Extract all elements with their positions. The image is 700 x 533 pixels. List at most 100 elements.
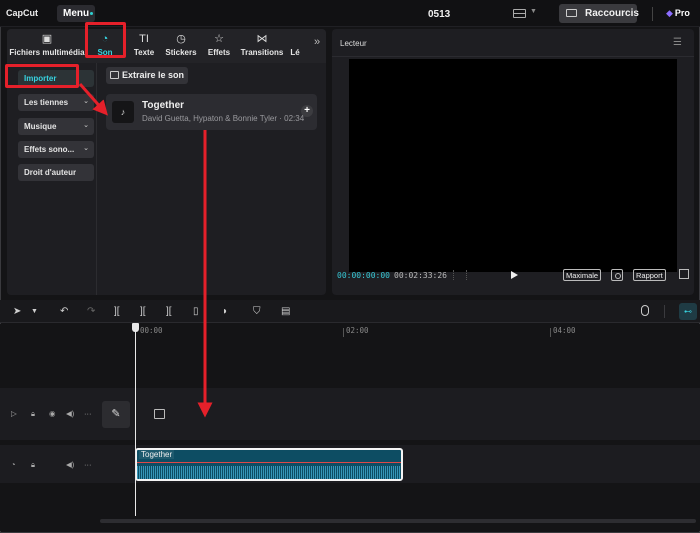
highlight-box-audio-tab <box>85 22 126 58</box>
menu-icon[interactable]: ☰ <box>673 37 682 48</box>
audio-clip[interactable]: Together <box>135 448 403 481</box>
menu-label: Menu <box>63 8 90 19</box>
logo-text: CapCut <box>6 8 38 18</box>
category-tabs: ▣ Fichiers multimédia ◔ Son TI Texte ◷ S… <box>7 29 326 63</box>
split-icon[interactable]: ][ <box>114 305 120 318</box>
more-icon[interactable]: ··· <box>84 460 92 469</box>
shield-icon[interactable]: ⛉ <box>253 305 261 318</box>
timeline-toolbar: ➤ ▼ ↶ ↷ ][ ][ ][ ▯ ◗ ⛉ ▤ ⊷ <box>0 300 700 323</box>
more-icon[interactable]: ··· <box>84 409 92 418</box>
eye-icon[interactable]: ◉ <box>49 409 56 418</box>
delete-icon[interactable]: ▯ <box>193 305 199 318</box>
tab-label: Stickers <box>165 48 197 57</box>
play-icon[interactable] <box>511 271 518 279</box>
undo-icon[interactable]: ↶ <box>60 305 68 318</box>
tab-label: Fichiers multimédia <box>9 48 85 57</box>
tab-text[interactable]: TI Texte <box>130 29 158 63</box>
sidebar-item-label: Les tiennes <box>24 98 69 107</box>
focus-icon[interactable] <box>611 269 623 281</box>
split-left-icon[interactable]: ][ <box>140 305 146 318</box>
chevron-down-icon: ⌄ <box>83 145 89 152</box>
pencil-icon: ✎ <box>111 408 121 420</box>
cover-edit-button[interactable]: ✎ <box>102 401 130 428</box>
sticker-icon: ◷ <box>176 33 186 45</box>
tab-overflow[interactable]: Lé <box>288 29 302 63</box>
duration-timecode: 00:02:33:26 <box>394 271 447 280</box>
ruler-label: 02:00 <box>346 326 369 335</box>
split-right-icon[interactable]: ][ <box>166 305 172 318</box>
grid-icon[interactable] <box>453 270 467 280</box>
mark-icon[interactable]: ◗ <box>222 305 228 318</box>
tab-label: Effets <box>207 48 231 57</box>
clip-name: Together <box>139 450 175 459</box>
tab-label: Texte <box>133 48 155 57</box>
maximize-button[interactable]: Maximale <box>563 269 602 281</box>
ratio-button[interactable]: Rapport <box>633 269 666 281</box>
highlight-box-import <box>5 64 79 88</box>
sidebar-item-yours[interactable]: Les tiennes ⌄ <box>18 94 94 111</box>
project-title: 0513 <box>428 9 451 20</box>
lock-icon[interactable]: 🔒︎ <box>31 409 35 419</box>
shortcuts-button[interactable]: Raccourcis <box>559 4 639 23</box>
ruler-label: 04:00 <box>553 326 576 335</box>
ratio-label: Rapport <box>636 271 663 280</box>
playhead[interactable] <box>135 324 136 516</box>
music-note-icon: ♪ <box>112 101 134 123</box>
horizontal-scrollbar[interactable] <box>100 519 696 523</box>
fullscreen-icon[interactable] <box>679 269 689 279</box>
extract-label: Extraire le son <box>122 70 185 80</box>
ruler-tick <box>343 328 344 337</box>
chevron-down-icon[interactable]: ▼ <box>530 8 537 15</box>
chevron-down-icon[interactable]: ▼ <box>31 305 38 318</box>
sidebar-item-label: Effets sono... <box>24 145 75 154</box>
media-icon: ▣ <box>41 33 53 45</box>
select-cursor-icon[interactable]: ➤ <box>13 305 21 318</box>
sidebar-item-label: Droit d'auteur <box>24 168 77 177</box>
maximize-label: Maximale <box>566 271 599 280</box>
pro-button[interactable]: ◆ Pro <box>666 8 690 19</box>
captions-icon[interactable]: ▤ <box>281 305 290 318</box>
tab-stickers[interactable]: ◷ Stickers <box>164 29 198 63</box>
extract-icon <box>110 71 119 79</box>
preview-screen <box>349 59 677 272</box>
chevron-down-icon: ⌄ <box>83 122 89 129</box>
track-artist: David Guetta, Hypaton & Bonnie Tyler · 0… <box>142 114 305 123</box>
divider <box>652 7 653 21</box>
track-title: Together <box>142 100 185 111</box>
tab-transitions[interactable]: ⋈ Transitions <box>239 29 285 63</box>
audio-sidebar: Importer Les tiennes ⌄ Musique ⌄ Effets … <box>7 63 97 295</box>
tab-media[interactable]: ▣ Fichiers multimédia <box>9 29 85 63</box>
lock-icon[interactable]: 🔒︎ <box>31 460 35 470</box>
waveform <box>137 466 401 479</box>
volume-line <box>137 462 401 463</box>
keyboard-icon <box>566 9 577 17</box>
time-ruler: 00:00 02:00 04:00 <box>100 324 700 340</box>
microphone-icon[interactable] <box>641 305 649 316</box>
player-panel: Lecteur ☰ 00:00:00:00 00:02:33:26 Maxima… <box>332 29 694 295</box>
playhead-handle[interactable] <box>132 323 139 332</box>
add-icon[interactable]: + <box>301 105 313 117</box>
sidebar-item-label: Musique <box>24 122 57 131</box>
link-icon[interactable]: ⊷ <box>679 303 697 320</box>
text-icon: TI <box>139 33 149 45</box>
layout-icon[interactable] <box>513 9 526 18</box>
redo-icon[interactable]: ↷ <box>87 305 95 318</box>
notification-dot <box>90 12 93 15</box>
tab-effects[interactable]: ☆ Effets <box>205 29 233 63</box>
audio-item-card[interactable]: ♪ Together David Guetta, Hypaton & Bonni… <box>106 94 317 130</box>
volume-icon[interactable]: ◀) <box>66 409 74 418</box>
ruler-tick <box>550 328 551 337</box>
tab-label: Transitions <box>240 48 284 57</box>
capcut-logo: CapCut <box>6 8 38 18</box>
volume-icon[interactable]: ◀) <box>66 460 74 469</box>
video-track-icon: ▷ <box>11 409 17 418</box>
tab-label: Lé <box>290 48 300 57</box>
sidebar-item-copyright[interactable]: Droit d'auteur <box>18 164 94 181</box>
sidebar-item-music[interactable]: Musique ⌄ <box>18 118 94 135</box>
sidebar-item-sound-effects[interactable]: Effets sono... ⌄ <box>18 141 94 158</box>
extract-audio-button[interactable]: Extraire le son <box>106 67 188 84</box>
audio-track-icon: ◔ <box>11 460 16 469</box>
chevrons-right-icon[interactable]: » <box>314 36 320 48</box>
pro-label: Pro <box>674 8 690 18</box>
tab-spacer <box>288 32 302 46</box>
